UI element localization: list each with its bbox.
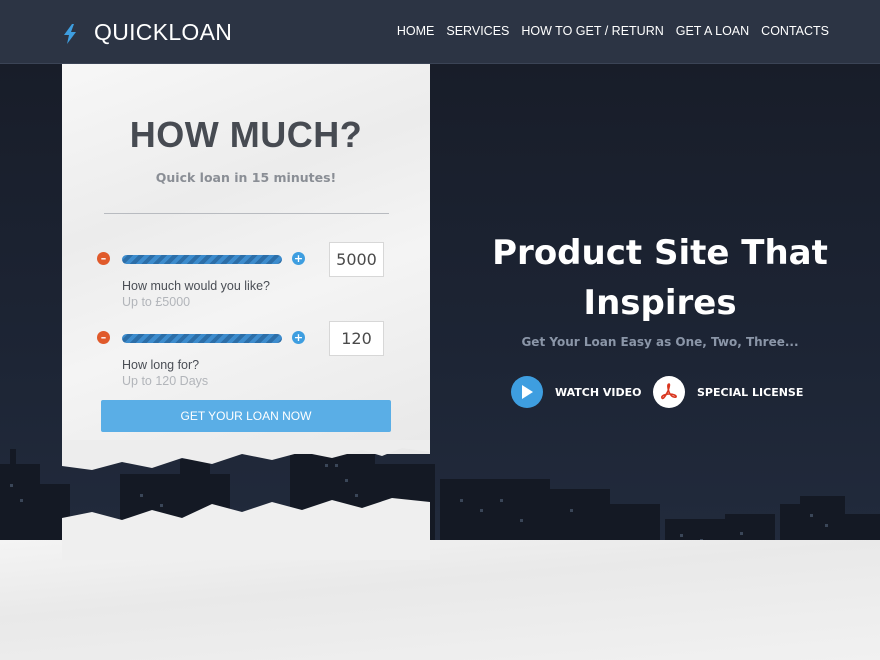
hero-title: Product Site That Inspires [480, 228, 840, 328]
nav-contacts[interactable]: CONTACTS [761, 24, 829, 38]
duration-input[interactable]: 120 [329, 321, 384, 356]
plus-icon: + [293, 252, 304, 265]
amount-increase-button[interactable]: + [292, 252, 305, 265]
site-header: QUICKLOAN HOME SERVICES HOW TO GET / RET… [0, 0, 880, 64]
card-subtitle: Quick loan in 15 minutes! [155, 170, 337, 185]
duration-hint: Up to 120 Days [122, 374, 209, 388]
hero-title-line-1: Product Site That [492, 233, 828, 273]
amount-slider[interactable] [122, 255, 282, 264]
amount-label: How much would you like? [122, 279, 270, 293]
special-license-label: SPECIAL LICENSE [697, 385, 804, 399]
plus-icon: + [293, 331, 304, 344]
logo-text: QUICKLOAN [94, 18, 233, 45]
nav-how-to-get-return[interactable]: HOW TO GET / RETURN [521, 24, 663, 38]
pdf-icon [653, 376, 685, 408]
duration-increase-button[interactable]: + [292, 331, 305, 344]
nav-services[interactable]: SERVICES [446, 24, 509, 38]
amount-slider-row: – + 5000 [97, 242, 397, 284]
duration-slider[interactable] [122, 334, 282, 343]
loan-calculator-card: HOW MUCH? Quick loan in 15 minutes! – + … [62, 64, 430, 454]
lightning-icon [64, 24, 76, 44]
hero-subtitle: Get Your Loan Easy as One, Two, Three... [521, 335, 799, 349]
card-title: HOW MUCH? [129, 114, 363, 155]
get-loan-button[interactable]: GET YOUR LOAN NOW [101, 400, 391, 432]
watch-video-button[interactable]: WATCH VIDEO [511, 376, 642, 408]
duration-decrease-button[interactable]: – [97, 331, 110, 344]
minus-icon: – [100, 252, 107, 265]
amount-input[interactable]: 5000 [329, 242, 384, 277]
nav-home[interactable]: HOME [397, 24, 435, 38]
nav-get-a-loan[interactable]: GET A LOAN [676, 24, 749, 38]
duration-slider-row: – + 120 [97, 321, 397, 363]
logo[interactable]: QUICKLOAN [62, 16, 232, 48]
torn-paper-edge [62, 440, 430, 560]
special-license-button[interactable]: SPECIAL LICENSE [653, 376, 803, 408]
amount-hint: Up to £5000 [122, 295, 191, 309]
watch-video-label: WATCH VIDEO [555, 385, 642, 399]
duration-label: How long for? [122, 358, 200, 372]
minus-icon: – [100, 331, 107, 344]
play-icon [511, 376, 543, 408]
main-nav: HOME SERVICES HOW TO GET / RETURN GET A … [397, 24, 829, 38]
divider [104, 213, 389, 214]
amount-decrease-button[interactable]: – [97, 252, 110, 265]
hero-title-line-2: Inspires [583, 283, 737, 323]
